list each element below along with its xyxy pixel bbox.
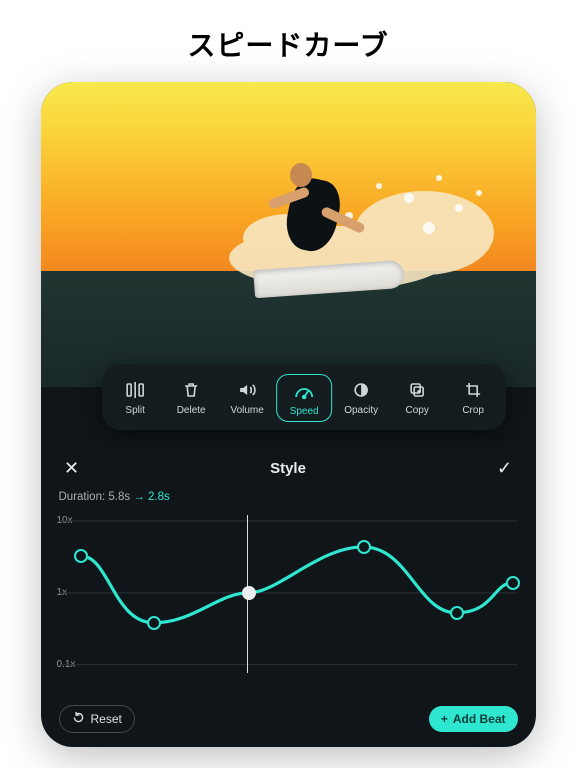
speedometer-icon [293, 381, 315, 401]
tool-label: Delete [177, 405, 206, 416]
plus-icon: + [441, 712, 448, 726]
curve-keyframe[interactable] [450, 606, 464, 620]
copy-icon [406, 380, 428, 400]
curve-keyframe[interactable] [74, 549, 88, 563]
reset-icon [72, 711, 85, 727]
add-beat-label: Add Beat [453, 712, 506, 726]
curve-svg [59, 513, 518, 673]
preview-surfer [258, 155, 368, 305]
video-preview[interactable] [41, 82, 536, 387]
speed-curve-chart[interactable]: 10x 1x 0.1x [59, 513, 518, 673]
opacity-button[interactable]: Opacity [334, 374, 388, 422]
reset-button[interactable]: Reset [59, 705, 135, 733]
tool-label: Crop [462, 405, 484, 416]
tool-label: Speed [290, 406, 319, 417]
delete-button[interactable]: Delete [164, 374, 218, 422]
duration-to: 2.8s [148, 491, 170, 503]
reset-label: Reset [91, 712, 122, 726]
check-icon: ✓ [497, 458, 512, 479]
curve-keyframe-active[interactable] [242, 586, 256, 600]
tool-label: Split [125, 405, 144, 416]
volume-button[interactable]: Volume [220, 374, 274, 422]
tool-label: Volume [230, 405, 263, 416]
close-button[interactable]: ✕ [59, 455, 85, 481]
crop-button[interactable]: Crop [446, 374, 500, 422]
speed-panel: ✕ Style ✓ Duration: 5.8s → 2.8s 10x 1x 0… [41, 447, 536, 747]
page-title: スピードカーブ [187, 24, 388, 64]
split-icon [124, 380, 146, 400]
split-button[interactable]: Split [108, 374, 162, 422]
curve-keyframe[interactable] [357, 540, 371, 554]
duration-from: 5.8s [108, 491, 130, 503]
add-beat-button[interactable]: + Add Beat [429, 706, 518, 732]
crop-icon [462, 380, 484, 400]
opacity-icon [350, 380, 372, 400]
tool-label: Opacity [344, 405, 378, 416]
curve-keyframe[interactable] [147, 616, 161, 630]
volume-icon [236, 380, 258, 400]
copy-button[interactable]: Copy [390, 374, 444, 422]
arrow-right-icon: → [133, 491, 145, 503]
duration-label: Duration: [59, 491, 106, 503]
panel-title: Style [270, 460, 306, 477]
duration-readout: Duration: 5.8s → 2.8s [59, 491, 518, 503]
tool-label: Copy [405, 405, 428, 416]
close-icon: ✕ [64, 458, 79, 479]
confirm-button[interactable]: ✓ [491, 455, 517, 481]
speed-button[interactable]: Speed [276, 374, 332, 422]
device-frame: Split Delete Volume [41, 82, 536, 747]
trash-icon [180, 380, 202, 400]
curve-keyframe[interactable] [506, 576, 520, 590]
edit-toolbar: Split Delete Volume [102, 364, 506, 430]
